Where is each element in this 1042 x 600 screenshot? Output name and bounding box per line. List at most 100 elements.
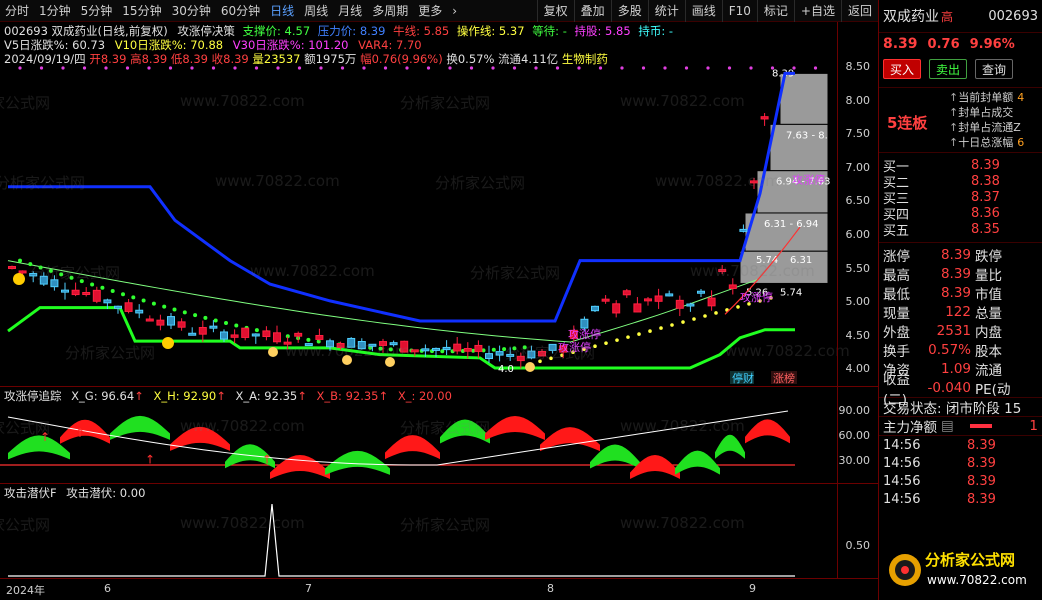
tick-row: 14:56 8.39 (883, 491, 996, 507)
attack-panel[interactable]: 攻击潜伏F 攻击潜伏: 0.00 0.50 分析家公式网www.70822.co… (0, 483, 878, 578)
trail-dot (491, 347, 496, 352)
toolbar-actions: 复权 叠加 多股 统计 画线 F10 标记 +自选 返回 (536, 0, 878, 22)
toolbar-action[interactable]: +自选 (793, 0, 841, 22)
oscillator-panel[interactable]: ↑ ↑ ↑ ↑ 攻涨停追踪 X_G: 96.64↑ X_H: 92.90↑ X_A: … (0, 386, 878, 482)
top-dot (512, 66, 517, 70)
period-tab[interactable]: 60分钟 (216, 0, 265, 22)
smiley-icon (13, 273, 25, 285)
top-dot (233, 66, 237, 70)
trail-dot (203, 315, 208, 320)
hold-label: 持股: 5.85 (574, 24, 631, 38)
top-dot (362, 66, 366, 70)
sidebar-price: 8.39 0.76 9.96% (879, 33, 1042, 55)
main-info-line-3: 2024/09/19/四 开8.39 高8.39 低8.39 收8.39 量23… (4, 52, 608, 66)
cow-line: 牛线: 5.85 (393, 24, 450, 38)
toolbar-action[interactable]: 标记 (756, 0, 794, 22)
kline-chart[interactable]: 8.397.63 - 8.6.94 - 7.636.31 - 6.945.74 6… (0, 22, 878, 385)
trail-dot (90, 282, 95, 287)
toolbar-action[interactable]: F10 (721, 0, 757, 22)
period-tab[interactable]: 15分钟 (117, 0, 166, 22)
logo-url: www.70822.com (927, 573, 1027, 587)
candle-body (612, 303, 621, 314)
candle-body (103, 299, 112, 304)
last-price: 8.39 (883, 36, 918, 52)
period-tab[interactable]: 日线 (265, 0, 299, 22)
limit-item: ↑十日总涨幅 6 (949, 136, 1025, 149)
top-dot (319, 66, 323, 70)
candle-body (665, 293, 674, 297)
trail-dot (131, 295, 136, 300)
trade-buttons: 买入 卖出 查询 (879, 55, 1042, 83)
period-tab[interactable]: 30分钟 (167, 0, 216, 22)
candle-body (389, 342, 398, 346)
period-tab[interactable]: 5分钟 (76, 0, 118, 22)
osc-ribbon (715, 434, 745, 459)
trail-dot (28, 262, 33, 267)
ladder-label: 6.31 - 6.94 (764, 219, 819, 230)
main-kline-panel[interactable]: 8.39 7.63 - 8. 6.94 - 7.63 6.31 - 6.94 5.74 6… (0, 22, 878, 385)
candle-body (718, 269, 727, 273)
top-dot (663, 66, 667, 70)
period-tabs: 分时 1分钟 5分钟 15分钟 30分钟 60分钟 日线 周线 月线 多周期 更多 › (0, 0, 537, 22)
osc-axis-60: 60.00 (838, 429, 871, 442)
top-dot (534, 66, 538, 70)
sell-button[interactable]: 卖出 (929, 59, 967, 79)
top-dot (211, 66, 216, 70)
zt-signal-label: 攻涨停 (740, 290, 773, 304)
candle-body (251, 333, 260, 337)
price-tick: 4.00 (845, 362, 871, 376)
top-dot (39, 66, 44, 70)
limit-list: ↑当前封单额 4 ↑封单占成交 ↑封单占流通Z ↑十日总涨幅 6 (949, 90, 1025, 150)
query-button[interactable]: 查询 (975, 59, 1013, 79)
top-dot (727, 66, 732, 70)
top-dot (82, 66, 87, 70)
x-label-jun: 6 (104, 582, 111, 595)
date-axis: 2024年 6 7 8 9 (0, 578, 878, 600)
candle-body (591, 305, 599, 312)
top-dot (448, 66, 452, 70)
price-change-pct: 9.96% (969, 36, 1015, 52)
bar-volume: 量23537 (252, 52, 301, 66)
period-tab[interactable]: 多周期 (367, 0, 413, 22)
trail-dot (637, 332, 641, 336)
toolbar-action[interactable]: 统计 (647, 0, 685, 22)
osc-xh: X_H: 92.90 (153, 389, 217, 403)
period-tab[interactable]: 分时 (0, 0, 34, 22)
main-flow-icon[interactable]: ▤ (941, 418, 954, 434)
toolbar-action[interactable]: 多股 (610, 0, 648, 22)
limit-item: ↑当前封单额 4 (949, 91, 1025, 104)
up-arrow-icon: ↑ (262, 452, 272, 466)
top-dot (18, 66, 22, 70)
trail-dot (141, 298, 146, 303)
candle-body (50, 279, 59, 288)
price-tick: 8.00 (845, 93, 871, 107)
quote-row: 现量 122 总量 (883, 303, 1002, 322)
main-flow-bar (969, 424, 992, 428)
period-tab[interactable]: 更多 (413, 0, 447, 22)
period-tab[interactable]: 月线 (333, 0, 367, 22)
toolbar-action[interactable]: 复权 (536, 0, 574, 22)
top-dot (706, 66, 710, 70)
osc-ribbon (170, 426, 230, 451)
candle-body (8, 266, 16, 270)
candle-body (220, 331, 228, 340)
coin-label: 持币: - (638, 24, 674, 38)
toolbar-action[interactable]: 叠加 (573, 0, 611, 22)
candle-body (633, 303, 642, 313)
candle-body (644, 298, 652, 302)
buy-button[interactable]: 买入 (883, 59, 921, 79)
trail-dot (736, 305, 740, 309)
candle-body (326, 340, 334, 348)
toolbar-action[interactable]: 画线 (684, 0, 722, 22)
top-dot (190, 66, 194, 70)
quote-rows: 涨停 8.39 跌停 最高 8.39 量比 最低 8.39 市值 现量 122 总量 外盘 2531 内盘换… (879, 245, 1042, 408)
tick-list: 14:56 8.39 14:56 8.39 14:56 8.39 14:56 8.39 (879, 435, 1042, 508)
period-tab[interactable]: 1分钟 (34, 0, 76, 22)
more-arrow-icon[interactable]: › (447, 0, 462, 22)
period-tab[interactable]: 周线 (299, 0, 333, 22)
candle-body (167, 316, 175, 326)
bar-float: 流通4.11亿 (498, 52, 559, 66)
toolbar-action[interactable]: 返回 (840, 0, 878, 22)
candle-body (124, 302, 133, 312)
trail-dot (692, 317, 696, 321)
